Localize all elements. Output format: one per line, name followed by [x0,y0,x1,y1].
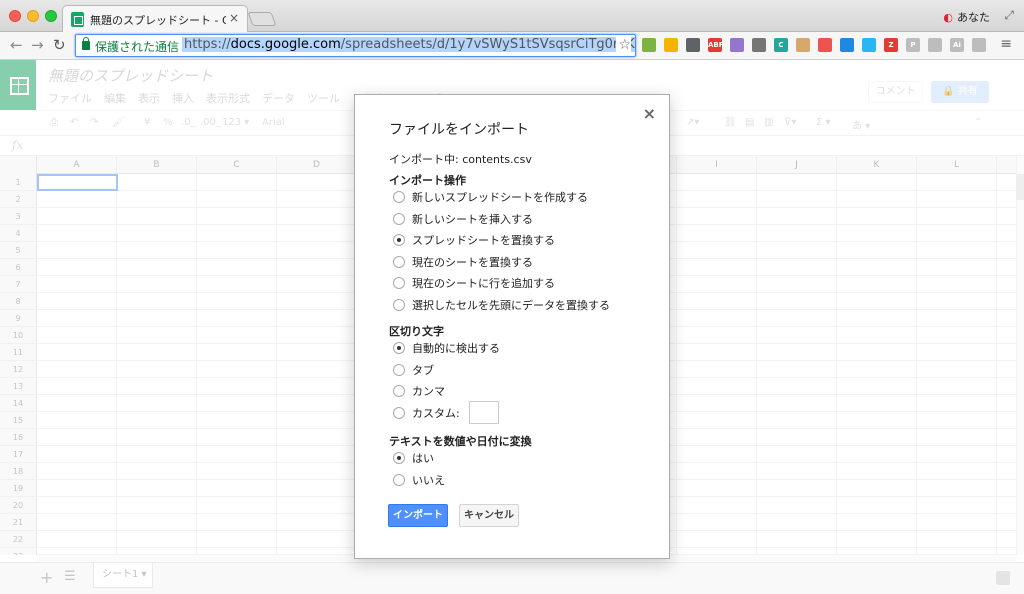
doc-icon[interactable] [928,38,942,52]
p-icon[interactable]: P [906,38,920,52]
import-file-dialog: × ファイルをインポート インポート中: contents.csv インポート操… [354,94,670,559]
tab-title: 無題のスプレッドシート - Goo [90,14,226,27]
radio-label: いいえ [412,473,445,487]
radio-label: 現在のシートを置換する [412,255,533,269]
separator-option[interactable]: カスタム: [393,401,499,424]
convert-option[interactable]: いいえ [393,472,445,488]
separator-option[interactable]: 自動的に検出する [393,340,500,356]
profile-label: あなた [957,11,990,24]
radio-button[interactable] [393,363,405,376]
url-text[interactable]: https://docs.google.com/spreadsheets/d/1… [182,37,635,52]
url-path: /spreadsheets/d/1y7vSWyS1tSVsqsrCiTg0rqK… [340,37,635,52]
radio-label: 自動的に検出する [412,342,500,355]
address-bar[interactable]: 保護された通信 https://docs.google.com/spreadsh… [75,34,636,57]
importing-filename: インポート中: contents.csv [389,153,532,166]
radio-label: 選択したセルを先頭にデータを置換する [412,298,610,312]
secure-label: 保護された通信 [95,40,180,54]
tab-close-icon[interactable]: × [229,11,239,25]
fullscreen-icon[interactable]: ⤢ [1004,8,1014,23]
profile-button[interactable]: ◐ あなた [943,9,990,25]
import-button[interactable]: インポート [388,504,448,527]
radio-button[interactable] [393,406,405,419]
dialog-title: ファイルをインポート [389,122,529,138]
radio-button[interactable] [393,342,405,354]
import-action-option[interactable]: 現在のシートを置換する [393,254,533,270]
c-icon[interactable]: C [774,38,788,52]
radio-button[interactable] [393,212,405,225]
radio-label: カンマ [412,385,445,398]
import-action-title: インポート操作 [389,174,466,187]
import-action-option[interactable]: 新しいスプレッドシートを作成する [393,189,588,205]
cancel-button[interactable]: キャンセル [459,504,519,527]
bookmark-star-icon[interactable]: ☆ [616,37,631,53]
feather-icon[interactable] [642,38,656,52]
minimize-window-button[interactable] [27,10,39,22]
close-window-button[interactable] [9,10,21,22]
face-icon[interactable] [796,38,810,52]
url-scheme: https:// [184,37,231,52]
cat-icon[interactable] [664,38,678,52]
radio-button[interactable] [393,473,405,486]
radio-button[interactable] [393,234,405,246]
sheets-favicon-icon [71,12,84,27]
dialog-close-icon[interactable]: × [643,104,656,123]
reload-icon[interactable]: ↻ [53,36,66,54]
radio-button[interactable] [393,191,405,203]
radio-button[interactable] [393,277,405,289]
extension-icons: ABP C Z P Ai [642,38,986,52]
note-icon[interactable] [730,38,744,52]
browser-menu-icon[interactable]: ≡ [1000,36,1012,52]
custom-separator-input[interactable] [468,401,499,424]
radio-button[interactable] [393,385,405,397]
translate-icon[interactable] [840,38,854,52]
convert-option[interactable]: はい [393,450,434,466]
radio-button[interactable] [393,255,405,268]
camera-icon[interactable] [752,38,766,52]
radio-label: タブ [412,363,434,377]
pocket-icon[interactable] [818,38,832,52]
separator-option[interactable]: タブ [393,362,434,378]
ai-icon[interactable]: Ai [950,38,964,52]
radio-label: カスタム: [412,406,460,420]
forward-arrow-icon[interactable]: → [31,36,44,54]
radio-label: 新しいスプレッドシートを作成する [412,191,588,204]
globe-icon[interactable] [862,38,876,52]
z-icon[interactable]: Z [884,38,898,52]
separator-title: 区切り文字 [389,325,444,338]
lock-icon [82,37,90,50]
import-action-option[interactable]: 新しいシートを挿入する [393,211,533,227]
abp-icon[interactable]: ABP [708,38,724,52]
convert-title: テキストを数値や日付に変換 [389,435,532,448]
zoom-window-button[interactable] [45,10,57,22]
import-action-option[interactable]: 現在のシートに行を追加する [393,275,555,291]
browser-tab[interactable]: 無題のスプレッドシート - Goo × [62,5,248,32]
radio-button[interactable] [393,298,405,311]
radio-label: 新しいシートを挿入する [412,212,533,226]
radio-label: はい [412,452,434,465]
browser-toolbar: ← → ↻ 保護された通信 https://docs.google.com/sp… [0,32,1024,60]
profile-icon: ◐ [943,11,953,24]
grid-icon[interactable] [686,38,700,52]
plus-icon[interactable] [972,38,986,52]
import-action-option[interactable]: スプレッドシートを置換する [393,232,555,248]
radio-button[interactable] [393,452,405,464]
browser-titlebar: 無題のスプレッドシート - Goo × ◐ あなた ⤢ [0,0,1024,32]
separator-option[interactable]: カンマ [393,383,445,399]
import-action-option[interactable]: 選択したセルを先頭にデータを置換する [393,297,610,313]
url-host: docs.google.com [230,37,341,52]
radio-label: スプレッドシートを置換する [412,234,555,247]
back-arrow-icon[interactable]: ← [10,36,23,54]
new-tab-button[interactable] [247,12,277,26]
radio-label: 現在のシートに行を追加する [412,277,555,290]
